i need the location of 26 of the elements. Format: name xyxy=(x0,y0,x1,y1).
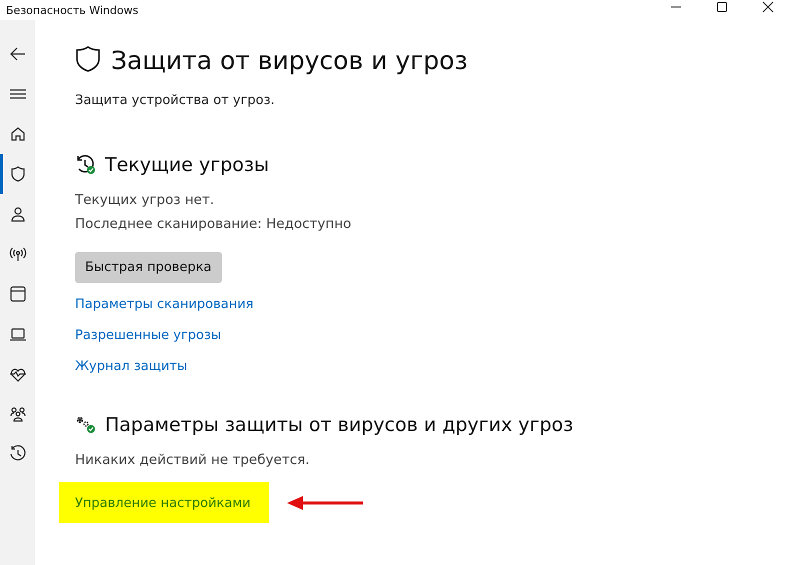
link[interactable]: Управление настройками xyxy=(59,482,269,523)
shield-icon xyxy=(75,44,101,72)
status-text: Последнее сканирование: Недоступно xyxy=(75,215,352,234)
link[interactable]: Параметры сканирования xyxy=(75,295,254,314)
home-icon xyxy=(8,125,26,143)
status-text: Текущих угроз нет. xyxy=(75,191,216,210)
window-title: Безопасность Windows xyxy=(6,4,138,16)
shield-icon xyxy=(8,165,26,183)
link[interactable]: Журнал защиты xyxy=(75,357,188,376)
section-heading: Текущие угрозы xyxy=(105,154,270,176)
quick-scan-button[interactable]: Быстрая проверка xyxy=(75,252,222,283)
page-title: Защита от вирусов и угроз xyxy=(111,46,468,75)
history-icon xyxy=(8,445,26,463)
browser-icon xyxy=(8,285,26,303)
back-arrow-icon xyxy=(8,45,26,63)
status-text: Никаких действий не требуется. xyxy=(75,451,311,470)
person-icon xyxy=(8,205,26,223)
wireless-icon xyxy=(8,245,26,263)
link[interactable]: Разрешенные угрозы xyxy=(75,326,222,345)
section-heading: Параметры защиты от вирусов и других угроз xyxy=(105,414,574,436)
gears-check-icon xyxy=(75,415,97,435)
family-icon xyxy=(8,405,26,423)
close-icon[interactable] xyxy=(762,1,774,13)
history-check-icon xyxy=(75,155,97,175)
page-subtitle: Защита устройства от угроз. xyxy=(75,93,276,108)
maximize-icon[interactable] xyxy=(716,1,728,13)
